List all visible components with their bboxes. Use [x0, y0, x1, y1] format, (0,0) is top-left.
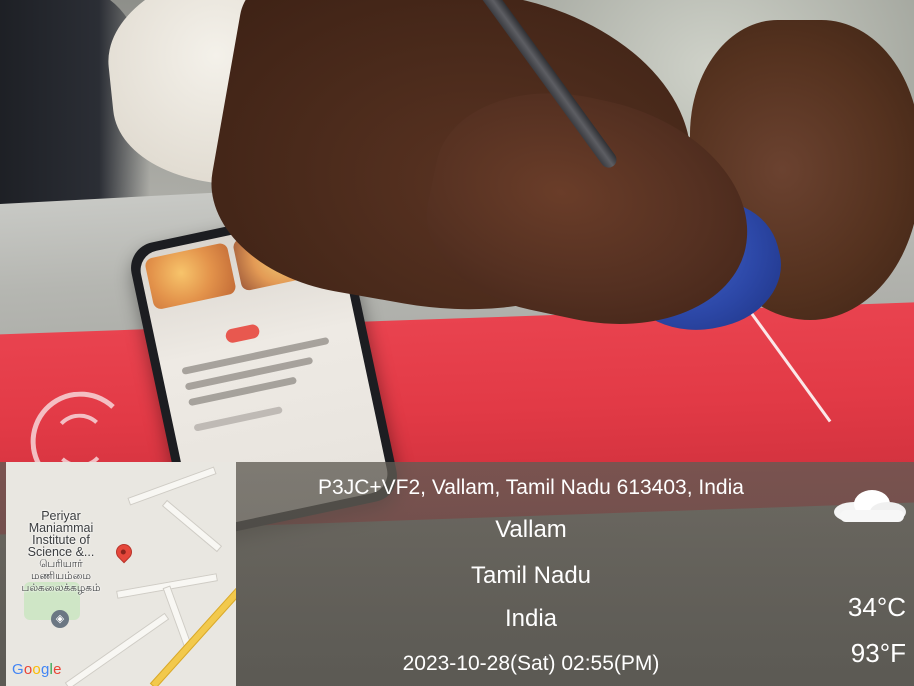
- temperature-celsius: 34°C: [847, 592, 906, 622]
- phone-text-line: [193, 406, 283, 432]
- state-name: Tamil Nadu: [470, 562, 592, 589]
- poi-label-tamil-line: பல்கலைக்கழகம்: [21, 582, 101, 594]
- country-name: India: [504, 605, 558, 632]
- phone-thumbnail: [143, 242, 237, 311]
- poi-label-tamil-line: பெரியார்: [39, 558, 83, 570]
- weather-panel: 34°C 93°F: [826, 462, 914, 686]
- map-poi-label: Periyar Maniammai Institute of Science &…: [6, 510, 116, 594]
- sheet-line: [746, 307, 832, 423]
- graduation-cap-icon: ◈: [51, 610, 69, 628]
- map-road: [161, 499, 223, 553]
- map-pin-icon: [112, 540, 136, 564]
- geotag-photo: Periyar Maniammai Institute of Science &…: [0, 0, 914, 686]
- full-address: P3JC+VF2, Vallam, Tamil Nadu 613403, Ind…: [318, 476, 744, 499]
- location-info: P3JC+VF2, Vallam, Tamil Nadu 613403, Ind…: [236, 462, 826, 686]
- phone-button: [224, 323, 261, 345]
- google-logo: Google: [12, 661, 62, 678]
- location-map: Periyar Maniammai Institute of Science &…: [6, 462, 236, 686]
- map-road: [127, 466, 217, 506]
- poi-label-line: Science &...: [27, 545, 95, 559]
- poi-label-tamil-line: மணியம்மை: [31, 570, 91, 582]
- city-name: Vallam: [495, 516, 567, 543]
- map-road: [64, 612, 170, 686]
- timestamp: 2023-10-28(Sat) 02:55(PM): [402, 652, 660, 675]
- temperature-fahrenheit: 93°F: [850, 638, 906, 668]
- cloud-icon: [834, 490, 906, 522]
